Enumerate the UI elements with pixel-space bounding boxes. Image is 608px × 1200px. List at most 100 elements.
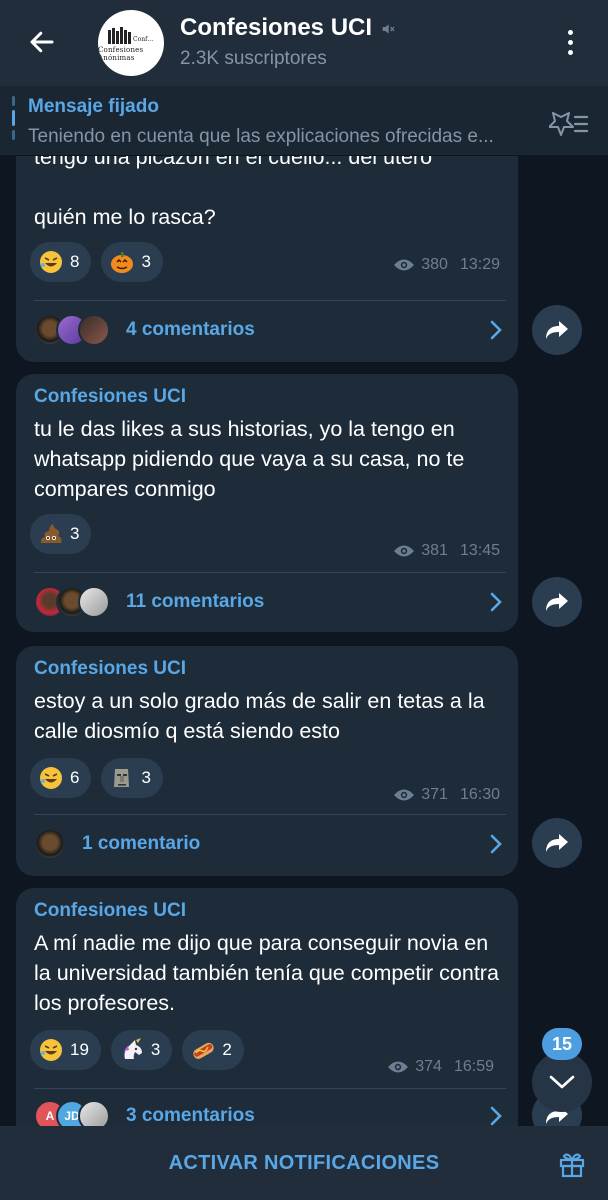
more-menu-button[interactable] (552, 22, 588, 62)
comments-button[interactable]: 4 comentarios (34, 302, 504, 358)
chevron-right-icon (490, 320, 502, 340)
reaction-rofl[interactable]: 8 (30, 242, 92, 282)
channel-title: Confesiones UCI (180, 14, 373, 41)
reaction-hotdog[interactable]: 2 (182, 1030, 244, 1070)
comments-label: 1 comentario (82, 833, 201, 854)
unicorn-emoji-icon (119, 1037, 145, 1063)
channel-title-row[interactable]: Confesiones UCI (180, 14, 396, 42)
eye-icon (394, 259, 415, 271)
message-bubble[interactable]: tengo una picazón en el cuello... del út… (16, 156, 518, 362)
message-line: quién me lo rasca? (34, 205, 216, 229)
arrow-left-icon (30, 31, 54, 53)
commenter-avatars (34, 314, 110, 346)
message-meta: 374 16:59 (387, 1058, 494, 1076)
enable-notifications-button[interactable]: ACTIVAR NOTIFICACIONES (0, 1126, 608, 1200)
message-text: A mí nadie me dijo que para conseguir no… (34, 931, 499, 1015)
comments-divider (34, 572, 506, 573)
message-time: 13:29 (459, 256, 500, 273)
view-count: 371 (421, 786, 448, 803)
pinned-message-bar[interactable]: Mensaje fijado Teniendo en cuenta que la… (0, 86, 608, 156)
chevron-down-icon (549, 1075, 575, 1089)
avatar (78, 586, 110, 618)
reaction-unicorn[interactable]: 3 (110, 1030, 173, 1070)
message-bubble[interactable]: Confesiones UCI A mí nadie me dijo que p… (16, 888, 518, 1126)
reactions: 8 3 (30, 242, 163, 282)
reaction-count: 3 (141, 252, 151, 271)
back-button[interactable] (20, 22, 64, 62)
reaction-poop[interactable]: 3 (30, 514, 92, 554)
message-time: 13:45 (459, 542, 500, 559)
rofl-emoji-icon (38, 249, 64, 275)
eye-icon (394, 545, 415, 557)
reaction-count: 3 (150, 1040, 161, 1059)
pumpkin-emoji-icon (109, 249, 135, 275)
message-time: 16:59 (453, 1058, 494, 1075)
share-button[interactable] (532, 577, 582, 627)
message-meta: 380 13:29 (393, 256, 500, 274)
mute-icon (382, 24, 395, 34)
view-count: 380 (421, 256, 448, 273)
message-bubble[interactable]: Confesiones UCI tu le das likes a sus hi… (16, 374, 518, 632)
message-author: Confesiones UCI (34, 900, 187, 921)
view-count: 374 (415, 1058, 442, 1075)
reaction-pumpkin[interactable]: 3 (101, 242, 163, 282)
message-author: Confesiones UCI (34, 386, 187, 407)
moai-emoji-icon (109, 765, 135, 791)
unpin-button[interactable] (548, 104, 590, 140)
unread-count-badge: 15 (542, 1028, 582, 1060)
comments-button[interactable]: A JD 3 comentarios (34, 1088, 504, 1126)
message-bubble[interactable]: Confesiones UCI estoy a un solo grado má… (16, 646, 518, 876)
reaction-count: 3 (141, 768, 151, 787)
scroll-to-bottom-button[interactable] (532, 1052, 592, 1112)
gift-button[interactable] (552, 1144, 592, 1184)
comments-button[interactable]: 11 comentarios (34, 574, 504, 630)
poop-emoji-icon (38, 521, 64, 547)
message-list[interactable]: tengo una picazón en el cuello... del út… (0, 156, 608, 1126)
avatar (78, 314, 110, 346)
chevron-right-icon (490, 1106, 502, 1126)
pinned-indicator (12, 96, 15, 142)
avatar (34, 828, 66, 860)
share-arrow-icon (546, 593, 568, 611)
message-meta: 381 13:45 (393, 542, 500, 560)
share-arrow-icon (546, 321, 568, 339)
pinned-text: Teniendo en cuenta que las explicaciones… (28, 126, 494, 147)
share-button[interactable] (532, 818, 582, 868)
reaction-rofl[interactable]: 19 (30, 1030, 101, 1070)
comments-label: 4 comentarios (126, 319, 255, 340)
channel-logo-text: Confesiones Anónimas (98, 46, 144, 62)
reactions: 6 3 (30, 758, 163, 798)
comments-button[interactable]: 1 comentario (34, 816, 504, 872)
chevron-right-icon (490, 834, 502, 854)
reaction-count: 3 (70, 524, 80, 543)
dot-icon (567, 39, 573, 45)
comments-divider (34, 814, 506, 815)
share-button[interactable] (532, 305, 582, 355)
channel-logo-icon: Conf… (108, 27, 153, 44)
hotdog-emoji-icon (190, 1037, 216, 1063)
message-text: tengo una picazón en el cuello... del út… (34, 156, 504, 232)
rofl-emoji-icon (38, 1037, 64, 1063)
bottom-bar: ACTIVAR NOTIFICACIONES (0, 1126, 608, 1200)
comments-label: 11 comentarios (126, 591, 265, 612)
message-text: tu le das likes a sus historias, yo la t… (34, 417, 465, 501)
reactions: 19 3 2 (30, 1030, 244, 1070)
commenter-avatars (34, 828, 66, 860)
reactions: 3 (30, 514, 92, 554)
chevron-right-icon (490, 592, 502, 612)
rofl-emoji-icon (38, 765, 64, 791)
message-text: estoy a un solo grado más de salir en te… (34, 689, 485, 743)
commenter-avatars (34, 586, 110, 618)
channel-avatar[interactable]: Conf… Confesiones Anónimas (98, 10, 164, 76)
dot-icon (567, 49, 573, 55)
comments-divider (34, 300, 506, 301)
reaction-rofl[interactable]: 6 (30, 758, 92, 798)
pin-list-icon (549, 112, 589, 136)
svg-text:Conf…: Conf… (133, 36, 153, 43)
reaction-count: 8 (70, 252, 80, 271)
reaction-count: 6 (70, 768, 80, 787)
dot-icon (567, 29, 573, 35)
view-count: 381 (421, 542, 448, 559)
comments-label: 3 comentarios (126, 1105, 255, 1126)
reaction-moai[interactable]: 3 (101, 758, 163, 798)
